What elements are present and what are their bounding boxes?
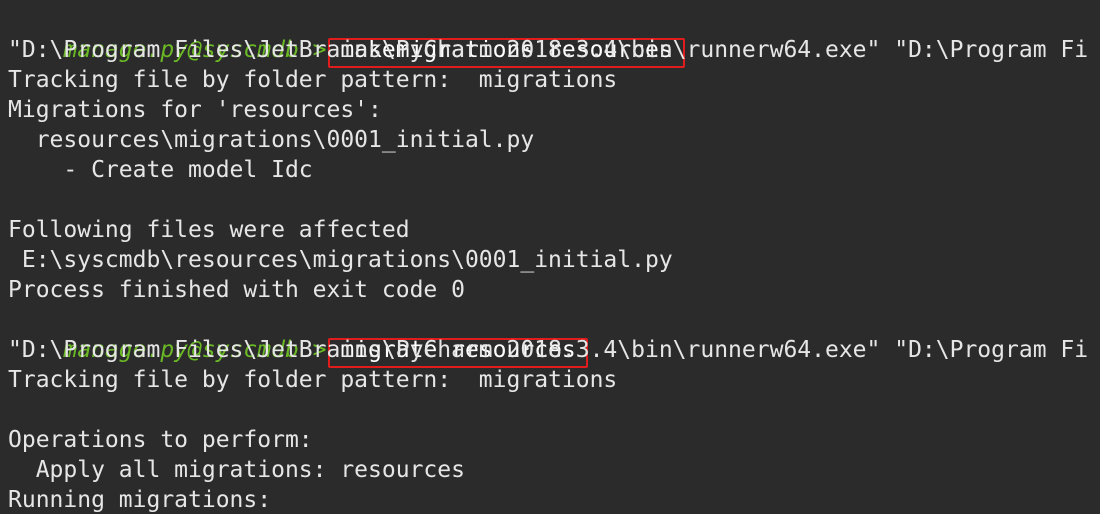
output-line: Process finished with exit code 0: [8, 277, 465, 303]
prompt-line[interactable]: manage.py@syscmdb > migrate resources: [8, 305, 588, 368]
output-line: resources\migrations\0001_initial.py: [8, 127, 535, 153]
terminal-console[interactable]: manage.py@syscmdb > makemigrations resou…: [0, 0, 1100, 514]
output-line: Running migrations:: [8, 487, 272, 513]
output-line: Apply all migrations: resources: [8, 457, 465, 483]
output-line: Following files were affected: [8, 217, 410, 243]
output-line: "D:\Program Files\JetBrains\PyCharm 2018…: [8, 37, 1089, 63]
output-line: "D:\Program Files\JetBrains\PyCharm 2018…: [8, 337, 1089, 363]
output-line: Tracking file by folder pattern: migrati…: [8, 67, 618, 93]
output-line: Tracking file by folder pattern: migrati…: [8, 367, 618, 393]
output-line: Operations to perform:: [8, 427, 313, 453]
prompt-line[interactable]: manage.py@syscmdb > makemigrations resou…: [8, 5, 685, 68]
output-line: - Create model Idc: [8, 157, 313, 183]
output-line: Migrations for 'resources':: [8, 97, 382, 123]
output-line: E:\syscmdb\resources\migrations\0001_ini…: [8, 247, 673, 273]
